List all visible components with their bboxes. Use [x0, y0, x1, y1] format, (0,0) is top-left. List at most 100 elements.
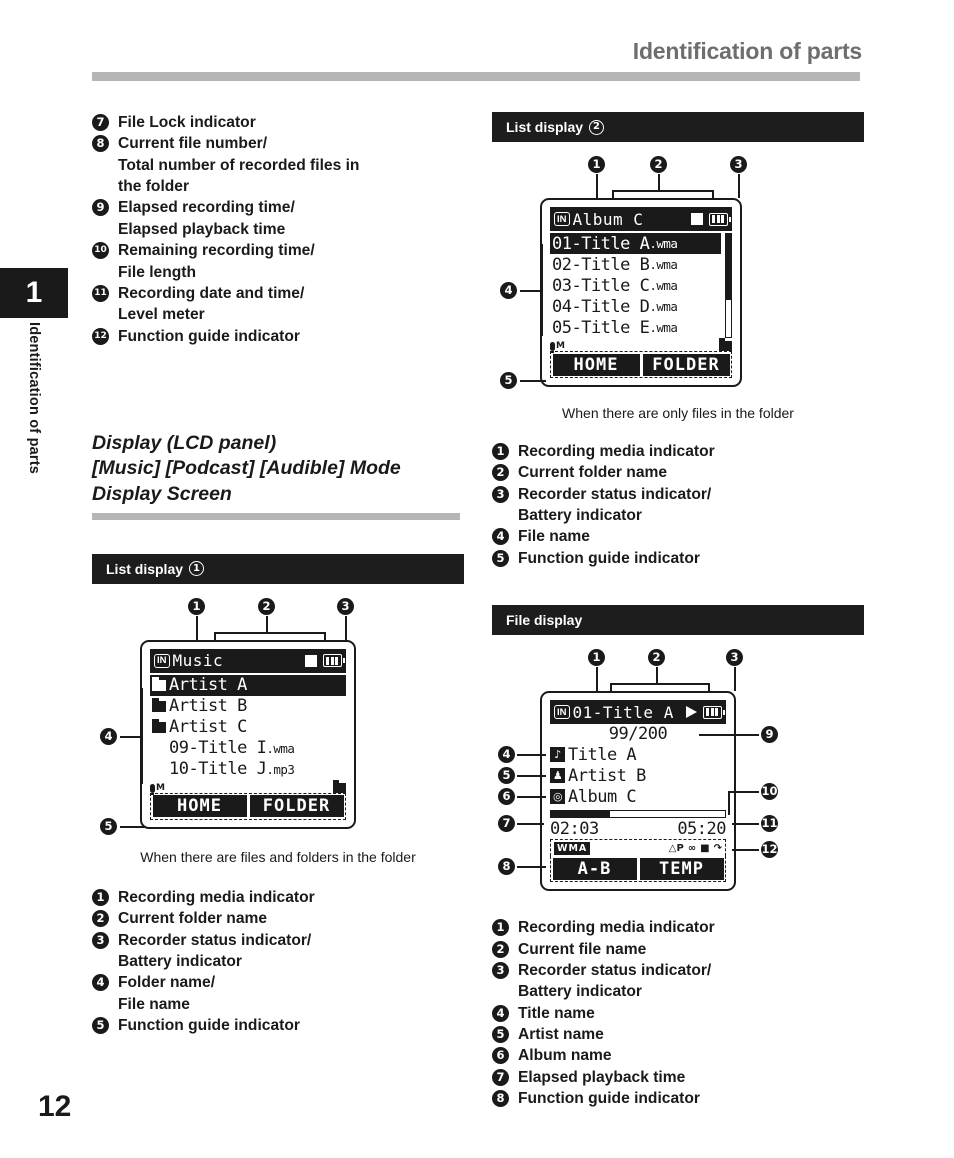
list-item-line: Remaining recording time/ — [118, 242, 315, 260]
lcd-row-extension: .wma — [649, 299, 678, 314]
list-item: 4 File name — [492, 526, 864, 547]
list-item-line: Recording media indicator — [518, 919, 715, 937]
list-item-number: 10 — [92, 242, 109, 260]
callout-9: 9 — [761, 726, 778, 744]
list-item: 2 Current folder name — [92, 908, 464, 929]
list-item: 3 Recorder status indicator/Battery indic… — [92, 930, 464, 973]
callout-2: 2 — [258, 597, 275, 615]
list-item-line: File Lock indicator — [118, 114, 256, 131]
lcd-list-row[interactable]: 05-Title E .wma — [550, 317, 721, 338]
lcd2-callouts: 1 2 3 — [540, 156, 826, 198]
lcd-row-label: 09-Title I — [169, 738, 267, 759]
list-item-line: Current folder name — [518, 464, 668, 482]
folder-icon — [333, 779, 346, 793]
list-item: 1 Recording media indicator — [92, 887, 464, 908]
callout-5: 5 — [500, 372, 517, 389]
callout-2: 2 — [650, 156, 667, 173]
lcd1-guide-folder: FOLDER — [249, 795, 344, 818]
playback-progress-bar[interactable] — [550, 810, 726, 819]
file-display-bar: File display — [492, 605, 864, 636]
callout-12: 12 — [761, 841, 778, 859]
recording-media-icon: IN — [554, 212, 570, 226]
list-item-number: 4 — [492, 528, 509, 546]
section-heading-rule — [92, 512, 460, 520]
callout-1: 1 — [588, 156, 605, 173]
list-item-number: 5 — [492, 1025, 509, 1043]
list-item-line: Recorder status indicator/ — [518, 485, 712, 503]
stop-square-icon — [305, 654, 317, 667]
list-item-number: 6 — [492, 1047, 509, 1065]
left-bottom-list: 1 Recording media indicator 2 Current folde… — [92, 887, 464, 1037]
lcd1-status-bar: IN Music — [150, 648, 346, 673]
lcd2-bottom-status: M — [550, 338, 732, 353]
callout-3: 3 — [726, 649, 743, 667]
lcd-row-label: 10-Title J — [169, 759, 267, 780]
list-item: 11 Recording date and time/Level meter — [92, 283, 464, 326]
artist-name: Artist B — [568, 765, 646, 786]
recording-media-icon: IN — [554, 705, 570, 720]
callout-2: 2 — [648, 649, 665, 667]
lcd-list-row[interactable]: 04-Title D .wma — [550, 296, 721, 317]
left-top-list: 7 File Lock indicator 8 Current file number… — [92, 112, 464, 347]
lcd-list-row[interactable]: Artist A — [150, 674, 346, 696]
person-icon: ♟ — [550, 768, 565, 784]
list-item: 8 Function guide indicator — [492, 1088, 864, 1109]
title-name: Title A — [568, 744, 637, 765]
callout-3: 3 — [337, 597, 354, 615]
list-display-2-bar: List display 2 — [492, 112, 864, 142]
list-item-line: Elapsed playback time — [118, 220, 286, 238]
lcd-list-row[interactable]: Artist B — [150, 696, 346, 717]
list-item-line: Recorder status indicator/ — [518, 961, 712, 979]
list-item-number: 3 — [492, 485, 509, 503]
list-item-line: Function guide indicator — [118, 1017, 300, 1035]
artist-row: ♟ Artist B — [550, 765, 726, 786]
lcd1-file-list: Artist A Artist B Artist C 09-Title I .wma 10… — [150, 674, 346, 780]
list-item-number: 12 — [92, 327, 109, 345]
list-item-line: Current file name — [518, 940, 647, 958]
lcd-list-row[interactable]: Artist C — [150, 717, 346, 738]
lcd3-guide-ab: A-B — [552, 857, 637, 880]
list-item-line: Function guide indicator — [518, 549, 700, 567]
list-item-number: 11 — [92, 284, 109, 302]
list-item-line: Artist name — [518, 1025, 604, 1043]
list-display-1-number: 1 — [189, 561, 205, 577]
list-item: 4 Folder name/File name — [92, 972, 464, 1015]
list-item-line: Battery indicator — [518, 507, 642, 525]
lcd1-bottom-status: M — [150, 779, 346, 795]
list-item-number: 4 — [92, 974, 109, 992]
scrollbar[interactable] — [725, 233, 732, 338]
callout-1: 1 — [588, 649, 605, 667]
list-item-line: Battery indicator — [118, 953, 242, 971]
repeat-loop-icon: ∞ — [687, 842, 697, 854]
lcd-list-row[interactable]: 03-Title C .wma — [550, 275, 721, 296]
list-item-line: Function guide indicator — [118, 327, 300, 345]
lcd-screen-file: IN 01-Title A 99/200 ♪ Title A ♟ Artist … — [498, 691, 778, 892]
right-top-list: 1 Recording media indicator 2 Current folde… — [492, 441, 864, 569]
section-heading-line: Display (LCD panel) — [92, 431, 277, 454]
callout-6: 6 — [498, 788, 515, 806]
lcd-row-label: 02-Title B — [552, 254, 650, 275]
section-heading-line: [Music] [Podcast] [Audible] Mode — [92, 457, 401, 480]
callout-4: 4 — [500, 282, 517, 299]
album-name: Album C — [568, 786, 637, 807]
list-item-number: 2 — [492, 464, 509, 482]
lcd3-callouts: 1 2 3 — [540, 649, 820, 692]
lcd-row-label: 01-Title A — [552, 233, 650, 254]
lcd-row-extension: .wma — [649, 236, 678, 251]
list-item-line: Recording media indicator — [118, 888, 315, 906]
lcd-list-row[interactable]: 09-Title I .wma — [150, 738, 346, 759]
album-row: ◎ Album C — [550, 786, 726, 807]
lcd-list-row[interactable]: 01-Title A .wma — [550, 233, 721, 254]
callout-5: 5 — [498, 767, 515, 785]
list-item-number: 1 — [492, 919, 509, 937]
list-item: 2 Current file name — [492, 939, 864, 960]
list-item-line: Recorder status indicator/ — [118, 931, 312, 949]
lcd3-status-bar: IN 01-Title A — [550, 700, 726, 725]
list-item: 3 Recorder status indicator/Battery indic… — [492, 484, 864, 527]
lcd-list-row[interactable]: 02-Title B .wma — [550, 254, 721, 275]
lcd-list-row[interactable]: 10-Title J .mp3 — [150, 759, 346, 780]
lcd-row-label: Artist A — [169, 675, 247, 696]
list-item-number: 3 — [492, 961, 509, 979]
list-item: 5 Function guide indicator — [92, 1015, 464, 1036]
folder-filled-icon — [152, 718, 166, 733]
